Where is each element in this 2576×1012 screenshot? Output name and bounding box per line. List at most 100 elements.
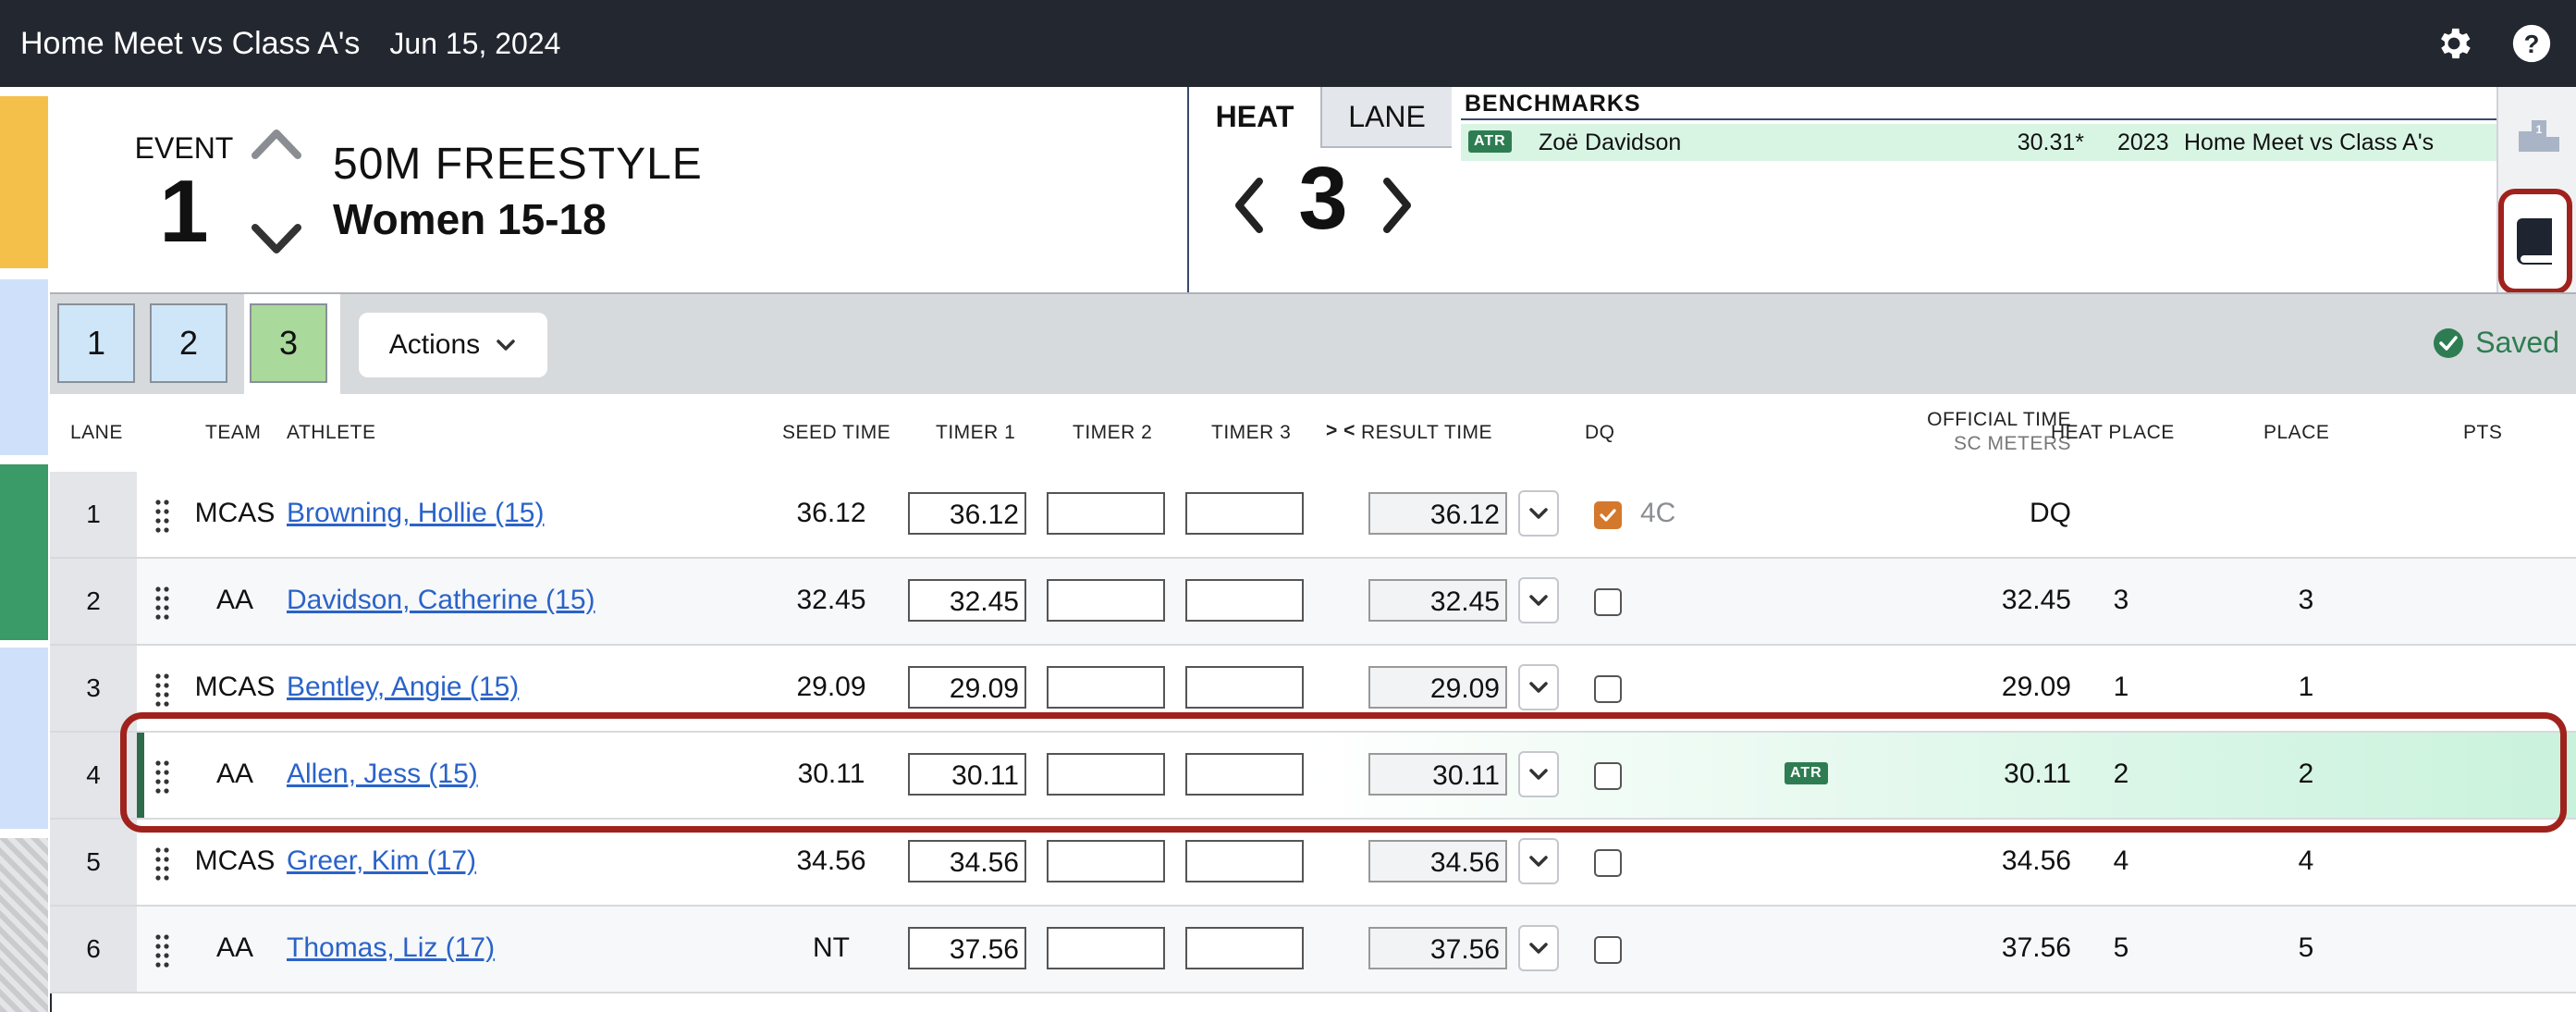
result-time-input[interactable] <box>1368 579 1507 622</box>
timer1-input[interactable] <box>908 753 1026 796</box>
drag-handle-icon[interactable] <box>153 585 172 622</box>
seed-time: 30.11 <box>797 759 865 789</box>
result-time-input[interactable] <box>1368 666 1507 709</box>
athlete-link[interactable]: Thomas, Liz (17) <box>287 932 495 964</box>
result-time-input[interactable] <box>1368 927 1507 969</box>
timer1-input[interactable] <box>908 492 1026 535</box>
team: AA <box>215 585 254 615</box>
event-number: 1 <box>159 162 209 261</box>
gear-icon[interactable] <box>2428 18 2480 69</box>
table-row: 6 AA Thomas, Liz (17) NT 37.56 5 5 <box>50 907 2576 993</box>
check-circle-icon <box>2434 327 2464 358</box>
chevron-down-icon <box>1529 769 1548 780</box>
divider <box>1461 118 2500 120</box>
chevron-down-icon <box>1529 682 1548 693</box>
athlete-link[interactable]: Davidson, Catherine (15) <box>287 585 595 616</box>
timer2-input[interactable] <box>1047 840 1165 882</box>
timer3-input[interactable] <box>1185 579 1304 622</box>
place: 4 <box>2298 845 2314 876</box>
team: MCAS <box>194 845 276 876</box>
result-options-button[interactable] <box>1518 490 1559 537</box>
results-table-header: LANE TEAM ATHLETE SEED TIME TIMER 1 TIME… <box>50 394 2576 474</box>
col-timer2: TIMER 2 <box>1073 422 1153 443</box>
strip-segment[interactable] <box>0 279 48 455</box>
drag-handle-icon[interactable] <box>153 759 172 796</box>
heat-tab-3[interactable]: 3 <box>250 303 327 383</box>
benchmark-row: ATR Zoë Davidson 30.31* 2023 Home Meet v… <box>1461 124 2500 161</box>
result-time-input[interactable] <box>1368 492 1507 535</box>
timer3-input[interactable] <box>1185 840 1304 882</box>
col-team: TEAM <box>205 422 262 443</box>
table-row: 5 MCAS Greer, Kim (17) 34.56 34.56 4 4 <box>50 820 2576 907</box>
result-options-button[interactable] <box>1518 664 1559 710</box>
tab-lane[interactable]: LANE <box>1320 87 1452 148</box>
strip-segment[interactable] <box>0 648 48 829</box>
strip-segment[interactable] <box>0 96 48 268</box>
drag-handle-icon[interactable] <box>153 932 172 969</box>
col-seed-time: SEED TIME <box>782 422 891 443</box>
strip-segment[interactable] <box>0 838 48 1012</box>
col-lane: LANE <box>70 422 123 443</box>
official-time: 37.56 <box>2001 932 2071 963</box>
lane-number: 4 <box>50 733 137 818</box>
event-up-icon[interactable] <box>244 118 309 168</box>
benchmarks-panel: BENCHMARKS ATR Zoë Davidson 30.31* 2023 … <box>1452 87 2500 292</box>
event-down-icon[interactable] <box>244 215 309 265</box>
help-icon[interactable]: ? <box>2506 18 2558 69</box>
timer3-input[interactable] <box>1185 492 1304 535</box>
timer2-input[interactable] <box>1047 753 1165 796</box>
timer3-input[interactable] <box>1185 753 1304 796</box>
drag-handle-icon[interactable] <box>153 672 172 709</box>
podium-icon[interactable]: 1 <box>2517 115 2561 154</box>
prev-heat-icon[interactable] <box>1222 168 1278 242</box>
table-row: 2 AA Davidson, Catherine (15) 32.45 32.4… <box>50 559 2576 646</box>
timer2-input[interactable] <box>1047 492 1165 535</box>
atr-badge: ATR <box>1785 762 1828 784</box>
seed-time: NT <box>813 932 850 963</box>
dq-checkbox[interactable] <box>1594 675 1622 703</box>
timer2-input[interactable] <box>1047 666 1165 709</box>
tab-heat[interactable]: HEAT <box>1189 87 1320 146</box>
timer1-input[interactable] <box>908 927 1026 969</box>
result-options-button[interactable] <box>1518 577 1559 623</box>
swap-timers-icon[interactable]: > < <box>1326 420 1355 442</box>
book-button[interactable] <box>2498 189 2572 294</box>
official-time: 30.11 <box>2004 759 2071 789</box>
timer1-input[interactable] <box>908 666 1026 709</box>
timer1-input[interactable] <box>908 840 1026 882</box>
lane-number: 5 <box>50 820 137 905</box>
dq-checkbox[interactable] <box>1594 762 1622 790</box>
event-group: Women 15-18 <box>333 195 607 243</box>
dq-checkbox[interactable] <box>1594 849 1622 877</box>
strip-segment[interactable] <box>0 464 48 640</box>
dq-checkbox[interactable] <box>1594 501 1622 529</box>
timer3-input[interactable] <box>1185 927 1304 969</box>
result-time-input[interactable] <box>1368 840 1507 882</box>
dq-code: 4C <box>1640 498 1676 528</box>
athlete-link[interactable]: Browning, Hollie (15) <box>287 498 544 529</box>
dq-checkbox[interactable] <box>1594 588 1622 616</box>
col-athlete: ATHLETE <box>287 422 376 443</box>
result-options-button[interactable] <box>1518 751 1559 797</box>
athlete-link[interactable]: Greer, Kim (17) <box>287 845 476 877</box>
timer2-input[interactable] <box>1047 579 1165 622</box>
saved-status: Saved <box>2433 326 2559 360</box>
timer1-input[interactable] <box>908 579 1026 622</box>
timer3-input[interactable] <box>1185 666 1304 709</box>
result-options-button[interactable] <box>1518 925 1559 971</box>
chevron-down-icon <box>1529 595 1548 606</box>
dq-checkbox[interactable] <box>1594 936 1622 964</box>
athlete-link[interactable]: Allen, Jess (15) <box>287 759 478 790</box>
drag-handle-icon[interactable] <box>153 498 172 535</box>
drag-handle-icon[interactable] <box>153 845 172 882</box>
timer2-input[interactable] <box>1047 927 1165 969</box>
result-time-input[interactable] <box>1368 753 1507 796</box>
next-heat-icon[interactable] <box>1368 168 1424 242</box>
athlete-link[interactable]: Bentley, Angie (15) <box>287 672 519 703</box>
actions-button[interactable]: Actions <box>359 313 547 377</box>
heat-tab-1[interactable]: 1 <box>57 303 135 383</box>
result-options-button[interactable] <box>1518 838 1559 884</box>
place: 1 <box>2298 672 2314 702</box>
heat-tab-2[interactable]: 2 <box>150 303 227 383</box>
team: MCAS <box>194 672 276 702</box>
